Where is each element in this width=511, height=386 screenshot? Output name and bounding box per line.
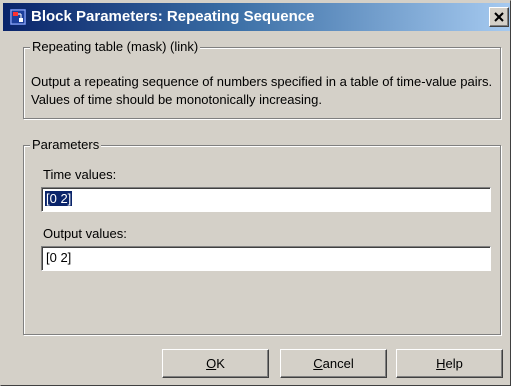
ok-button[interactable]: OK — [162, 349, 269, 378]
cancel-label-rest: ancel — [322, 356, 354, 371]
help-button[interactable]: Help — [396, 349, 503, 378]
block-parameters-dialog: Block Parameters: Repeating Sequence Rep… — [0, 0, 511, 386]
output-values-text: [0 2] — [46, 250, 72, 265]
ok-mnemonic: O — [206, 356, 217, 371]
output-values-label: Output values: — [43, 226, 127, 241]
simulink-block-icon — [10, 9, 26, 25]
mask-group-legend: Repeating table (mask) (link) — [30, 39, 201, 54]
cancel-button[interactable]: Cancel — [280, 349, 387, 378]
time-values-input[interactable]: [0 2] — [41, 187, 491, 212]
help-mnemonic: H — [436, 356, 446, 371]
ok-label-rest: K — [216, 356, 225, 371]
close-button[interactable] — [489, 7, 509, 27]
cancel-mnemonic: C — [313, 356, 323, 371]
mask-description: Output a repeating sequence of numbers s… — [31, 74, 493, 107]
output-values-input[interactable]: [0 2] — [41, 246, 491, 271]
parameters-group-legend: Parameters — [30, 137, 102, 152]
title-bar[interactable]: Block Parameters: Repeating Sequence — [3, 3, 510, 31]
time-values-label: Time values: — [43, 167, 117, 182]
window-title: Block Parameters: Repeating Sequence — [31, 8, 315, 25]
close-icon — [494, 12, 504, 22]
help-label-rest: elp — [445, 356, 463, 371]
time-values-text: [0 2] — [45, 191, 73, 206]
